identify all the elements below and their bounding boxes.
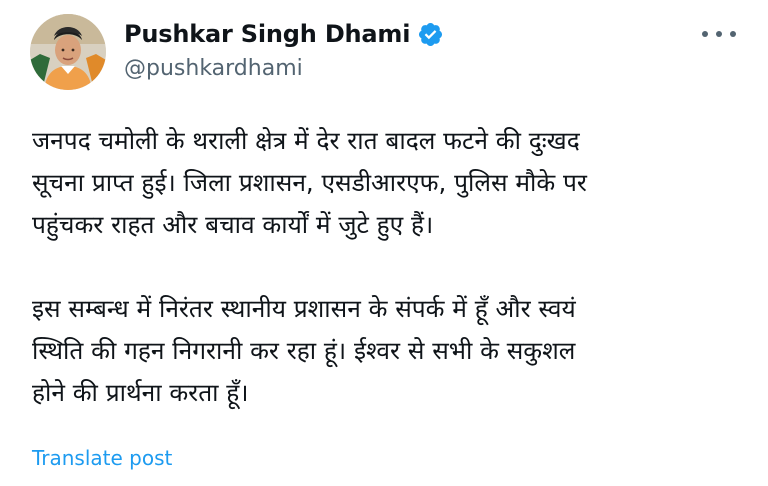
author-display-name[interactable]: Pushkar Singh Dhami (124, 20, 410, 48)
avatar[interactable] (30, 14, 106, 90)
avatar-photo (30, 14, 106, 90)
more-horizontal-icon-dot (730, 31, 736, 37)
post-paragraph: इस सम्बन्ध में निरंतर स्थानीय प्रशासन के… (32, 288, 748, 414)
more-horizontal-icon-dot (716, 31, 722, 37)
post-paragraph: जनपद चमोली के थराली क्षेत्र में देर रात … (32, 120, 748, 246)
post-line: पहुंचकर राहत और बचाव कार्यों में जुटे हु… (32, 210, 434, 239)
translate-post-link[interactable]: Translate post (32, 446, 172, 470)
more-options-button[interactable] (702, 26, 736, 42)
post-card: Pushkar Singh Dhami @pushkardhami जनपद च… (0, 0, 768, 486)
post-line: इस सम्बन्ध में निरंतर स्थानीय प्रशासन के… (32, 294, 576, 323)
author-name-row: Pushkar Singh Dhami (124, 16, 444, 52)
author-handle[interactable]: @pushkardhami (124, 56, 303, 81)
post-line: होने की प्रार्थना करता हूँ। (32, 378, 249, 407)
verified-badge-icon[interactable] (417, 21, 444, 48)
post-text: जनपद चमोली के थराली क्षेत्र में देर रात … (32, 120, 748, 414)
more-horizontal-icon-dot (702, 31, 708, 37)
post-line: स्थिति की गहन निगरानी कर रहा हूं। ईश्वर … (32, 336, 576, 365)
post-line: सूचना प्राप्त हुई। जिला प्रशासन, एसडीआरए… (32, 168, 587, 197)
post-line: जनपद चमोली के थराली क्षेत्र में देर रात … (32, 126, 580, 155)
